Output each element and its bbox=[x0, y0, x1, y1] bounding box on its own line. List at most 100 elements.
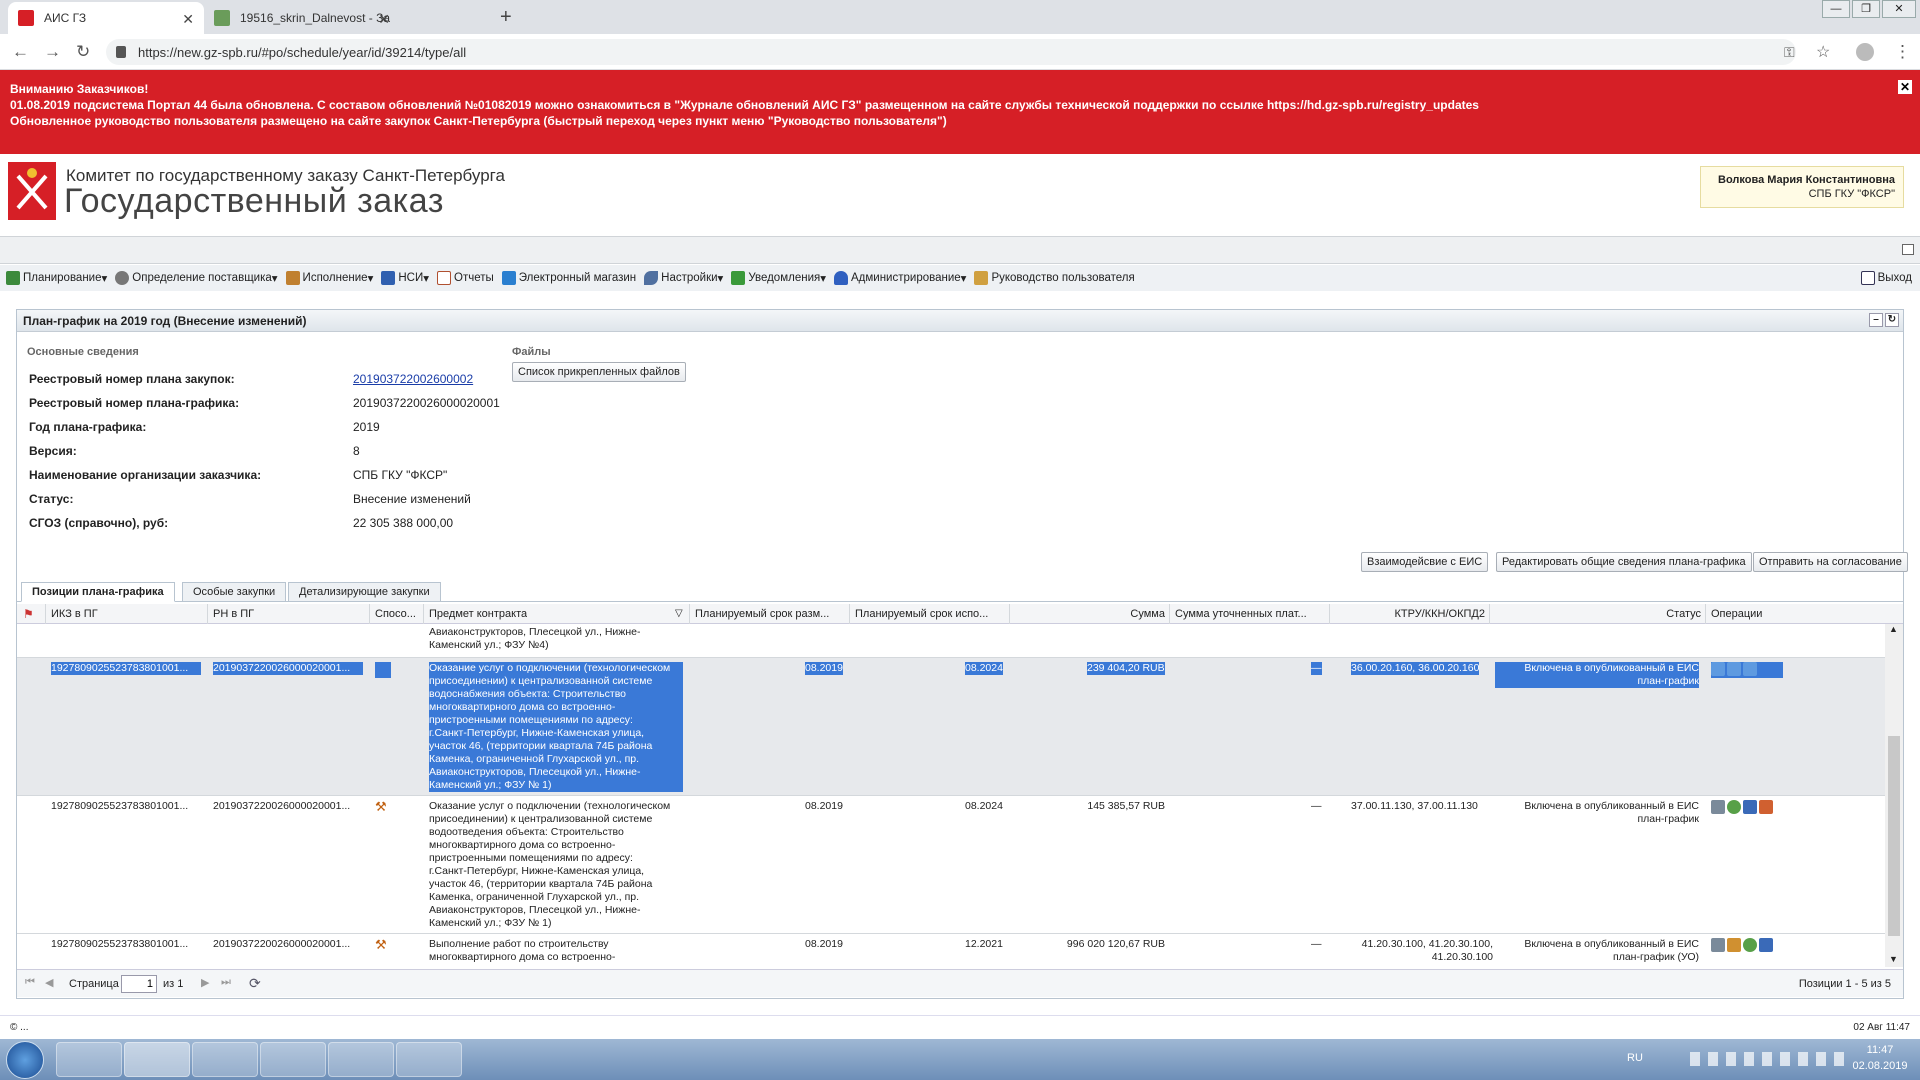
chart-icon[interactable] bbox=[1743, 800, 1757, 814]
menu-settings[interactable]: Настройки ▾ bbox=[644, 271, 723, 285]
minimize-window-icon[interactable]: — bbox=[1822, 0, 1850, 18]
menu-planning[interactable]: Планирование ▾ bbox=[6, 271, 107, 285]
close-tab-icon[interactable]: ✕ bbox=[182, 11, 194, 28]
chart-icon[interactable] bbox=[1743, 662, 1757, 676]
refresh-grid-icon[interactable]: ⟳ bbox=[249, 975, 261, 992]
browser-tab-title: 19516_skrin_Dalnevost - Заливка bbox=[240, 11, 390, 25]
reload-icon[interactable]: ↻ bbox=[76, 42, 90, 62]
chart-icon[interactable] bbox=[1759, 938, 1773, 952]
table-row[interactable]: Авиаконструкторов, Плесецкой ул., Нижне-… bbox=[17, 624, 1885, 658]
back-icon[interactable]: ← bbox=[12, 42, 29, 62]
menu-execution[interactable]: Исполнение ▾ bbox=[285, 271, 373, 285]
last-page-icon[interactable]: ⏭ bbox=[221, 976, 231, 989]
send-for-approval-button[interactable]: Отправить на согласование bbox=[1753, 552, 1908, 572]
table-row[interactable]: 1927809025523783801001... 20190372200260… bbox=[17, 658, 1885, 796]
edit-icon[interactable] bbox=[1711, 938, 1725, 952]
scroll-up-icon[interactable]: ▲ bbox=[1889, 624, 1898, 634]
edit-icon[interactable] bbox=[1711, 662, 1725, 676]
col-rn[interactable]: РН в ПГ bbox=[213, 608, 254, 620]
menu-notifications[interactable]: Уведомления ▾ bbox=[731, 271, 826, 285]
col-codes[interactable]: КТРУ/ККН/ОКПД2 bbox=[1335, 608, 1485, 620]
col-operations[interactable]: Операции bbox=[1711, 608, 1762, 620]
next-page-icon[interactable]: ▶ bbox=[201, 976, 209, 989]
profile-avatar-icon[interactable] bbox=[1856, 43, 1874, 61]
excel-favicon-icon bbox=[214, 10, 230, 26]
field-value: 8 bbox=[353, 444, 360, 458]
browser-tab-excel[interactable]: 19516_skrin_Dalnevost - Заливка ✕ bbox=[204, 2, 400, 34]
table-row[interactable]: 1927809025523783801001... 20190372200260… bbox=[17, 934, 1885, 967]
refresh-panel-icon[interactable]: ↻ bbox=[1885, 313, 1899, 327]
method-auction-icon bbox=[375, 662, 391, 678]
taskbar-ie-icon[interactable] bbox=[56, 1042, 122, 1077]
menu-supplier[interactable]: Определение поставщика ▾ bbox=[115, 271, 278, 285]
col-method[interactable]: Спосо... bbox=[375, 608, 419, 620]
taskbar-paint-icon[interactable] bbox=[396, 1042, 462, 1077]
taskbar-chrome-icon[interactable] bbox=[124, 1042, 190, 1077]
taskbar-word-icon[interactable] bbox=[328, 1042, 394, 1077]
page-of-label: из 1 bbox=[163, 978, 184, 990]
col-ikz[interactable]: ИКЗ в ПГ bbox=[51, 608, 98, 620]
clock-date[interactable]: 02.08.2019 bbox=[1850, 1060, 1910, 1072]
menu-kebab-icon[interactable]: ⋮ bbox=[1894, 42, 1911, 62]
restore-window-icon[interactable]: ❐ bbox=[1852, 0, 1880, 18]
close-alert-icon[interactable]: ✕ bbox=[1898, 80, 1912, 94]
bookmark-star-icon[interactable]: ☆ bbox=[1816, 42, 1830, 62]
key-icon[interactable]: ⚿ bbox=[1784, 44, 1795, 61]
logout-button[interactable]: Выход bbox=[1860, 271, 1912, 285]
execution-date-cell: 08.2024 bbox=[965, 800, 1003, 812]
taskbar-outlook-icon[interactable] bbox=[192, 1042, 258, 1077]
tab-detailing[interactable]: Детализирующие закупки bbox=[288, 582, 441, 602]
field-label: СГОЗ (справочно), руб: bbox=[29, 516, 169, 530]
forward-icon[interactable]: → bbox=[44, 42, 61, 62]
document-icon[interactable] bbox=[1759, 800, 1773, 814]
address-bar[interactable]: https://new.gz-spb.ru/#po/schedule/year/… bbox=[106, 39, 1796, 65]
edit-icon[interactable] bbox=[1711, 800, 1725, 814]
new-tab-icon[interactable]: + bbox=[500, 6, 512, 29]
column-filter-icon[interactable]: ▽ bbox=[675, 608, 683, 619]
col-execution-date[interactable]: Планируемый срок испо... bbox=[855, 608, 1005, 620]
rn-cell: 2019037220026000020001... bbox=[213, 800, 351, 812]
menu-reports[interactable]: Отчеты bbox=[437, 271, 494, 285]
tree-icon[interactable] bbox=[1727, 938, 1741, 952]
col-sum[interactable]: Сумма bbox=[1015, 608, 1165, 620]
menu-admin[interactable]: Администрирование ▾ bbox=[834, 271, 966, 285]
language-indicator[interactable]: RU bbox=[1627, 1052, 1643, 1064]
menu-nsi[interactable]: НСИ ▾ bbox=[381, 271, 429, 285]
menu-manual[interactable]: Руководство пользователя bbox=[974, 271, 1135, 285]
browser-tab-ais[interactable]: АИС ГЗ ✕ bbox=[8, 2, 204, 34]
scroll-down-icon[interactable]: ▼ bbox=[1889, 954, 1898, 964]
tab-positions[interactable]: Позиции плана-графика bbox=[21, 582, 175, 602]
codes-cell: 37.00.11.130, 37.00.11.130 bbox=[1351, 800, 1478, 812]
menu-eshop[interactable]: Электронный магазин bbox=[501, 271, 636, 285]
minimize-panel-icon[interactable]: – bbox=[1869, 313, 1883, 327]
edit-general-info-button[interactable]: Редактировать общие сведения плана-графи… bbox=[1496, 552, 1752, 572]
table-row[interactable]: 1927809025523783801001... 20190372200260… bbox=[17, 796, 1885, 934]
gear-icon[interactable] bbox=[1727, 800, 1741, 814]
first-page-icon[interactable]: ⏮ bbox=[25, 976, 35, 989]
taskbar-explorer-icon[interactable] bbox=[260, 1042, 326, 1077]
collapse-header-icon[interactable] bbox=[1902, 244, 1914, 255]
browser-tab-title: АИС ГЗ bbox=[44, 11, 87, 25]
page-number-input[interactable] bbox=[121, 975, 157, 993]
gear-icon[interactable] bbox=[1727, 662, 1741, 676]
col-subject[interactable]: Предмет контракта bbox=[429, 608, 527, 620]
prev-page-icon[interactable]: ◀ bbox=[45, 976, 53, 989]
close-tab-icon[interactable]: ✕ bbox=[378, 11, 390, 28]
user-info-box[interactable]: Волкова Мария Константиновна СПБ ГКУ "ФК… bbox=[1700, 166, 1904, 208]
gear-icon[interactable] bbox=[1743, 938, 1757, 952]
filter-clear-icon[interactable]: ⚑ bbox=[23, 607, 34, 621]
plan-number-link[interactable]: 201903722002600002 bbox=[353, 372, 473, 386]
col-status[interactable]: Статус bbox=[1495, 608, 1701, 620]
col-placement-date[interactable]: Планируемый срок разм... bbox=[695, 608, 845, 620]
col-refined-sum[interactable]: Сумма уточненных плат... bbox=[1175, 608, 1325, 620]
close-window-icon[interactable]: ✕ bbox=[1882, 0, 1916, 18]
tab-special[interactable]: Особые закупки bbox=[182, 582, 287, 602]
update-alert-banner: Вниманию Заказчиков! 01.08.2019 подсисте… bbox=[0, 70, 1920, 154]
scroll-thumb[interactable] bbox=[1888, 736, 1900, 936]
clock-time[interactable]: 11:47 bbox=[1850, 1044, 1910, 1056]
grid-scrollbar[interactable]: ▲ ▼ bbox=[1885, 624, 1903, 967]
operations-cell bbox=[1711, 800, 1775, 816]
tray-icons[interactable] bbox=[1690, 1052, 1850, 1066]
start-button-icon[interactable] bbox=[6, 1041, 44, 1079]
eis-interaction-button[interactable]: Взаимодейсвие с ЕИС bbox=[1361, 552, 1489, 572]
